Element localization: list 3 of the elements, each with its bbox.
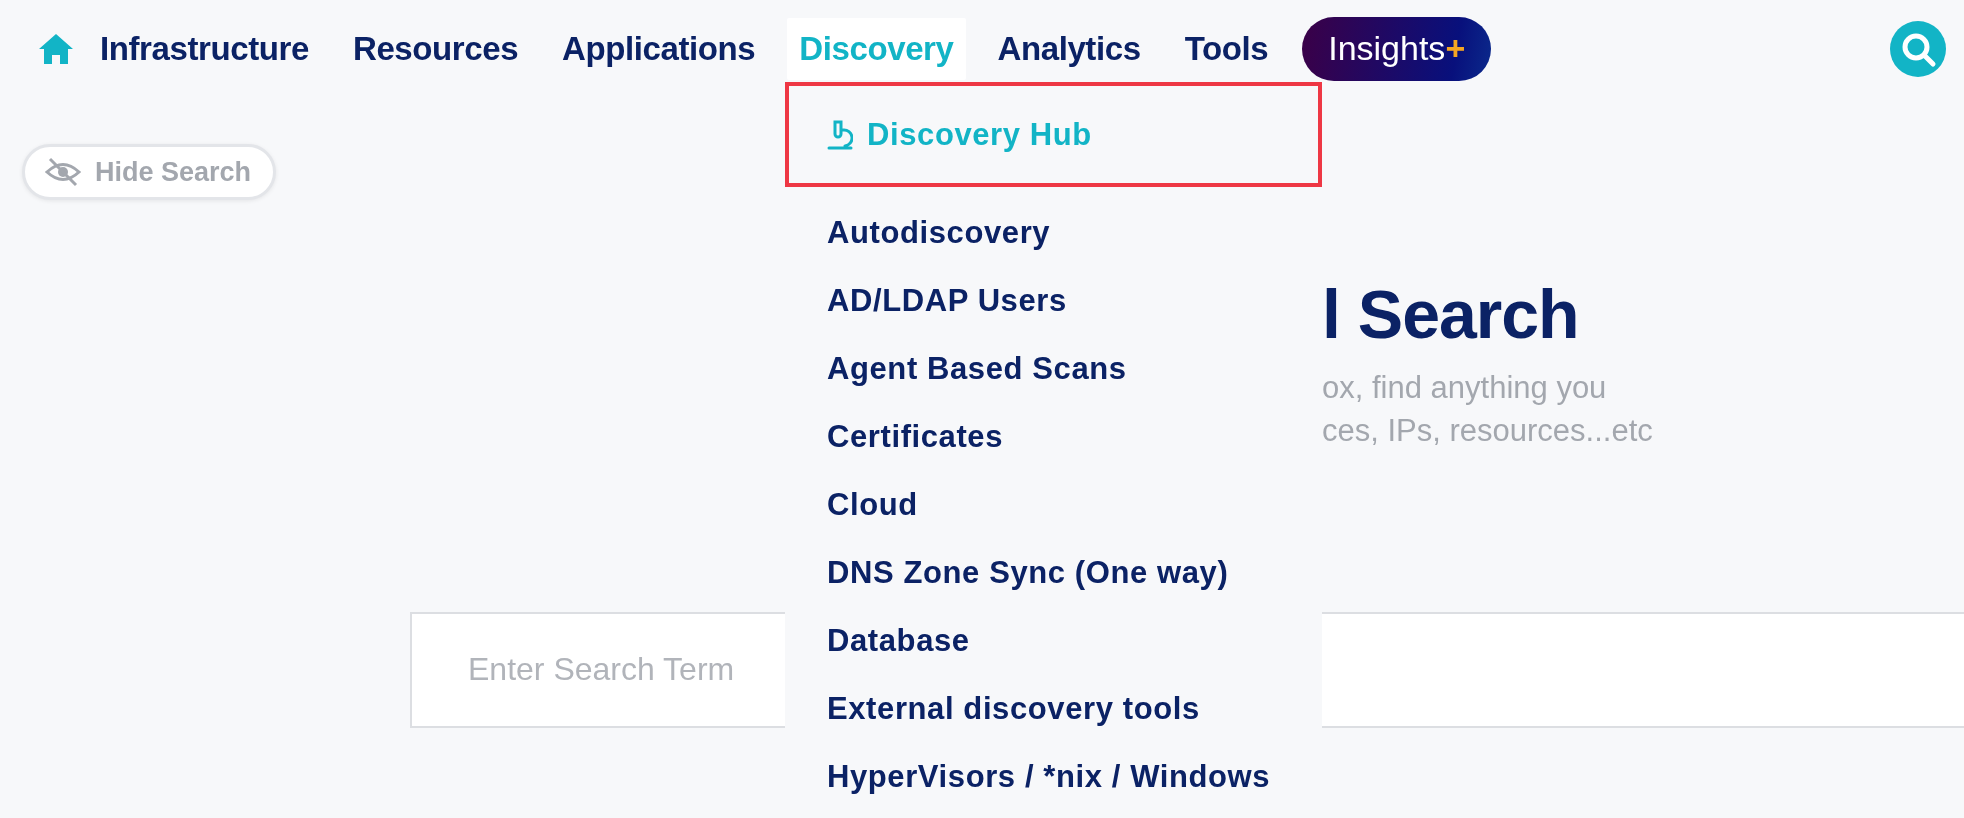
subtitle-line: ox, find anything you [1322, 368, 1608, 407]
subtitle-line: ces, IPs, resources...etc [1322, 411, 1654, 450]
page-heading: l Search [1322, 275, 1580, 354]
